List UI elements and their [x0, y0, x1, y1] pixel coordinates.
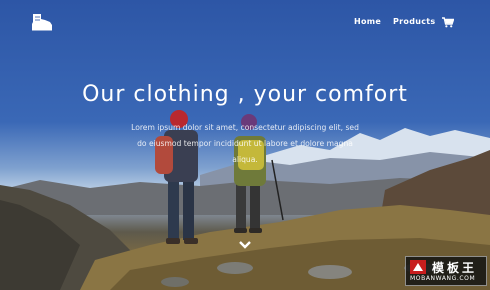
watermark-url: MOBANWANG.COM: [410, 275, 476, 282]
watermark-badge: 模板王 MOBANWANG.COM: [405, 256, 487, 286]
hero-section: Home Products Our clothing , your comfor…: [0, 0, 490, 290]
shopping-cart-icon[interactable]: [442, 17, 454, 28]
watermark-title: 模板王: [432, 261, 478, 275]
hero-lead-text: Lorem ipsum dolor sit amet, consectetur …: [131, 123, 359, 164]
chevron-down-icon[interactable]: [238, 240, 252, 250]
top-navigation: Home Products: [0, 0, 490, 44]
hiking-boot-icon[interactable]: [30, 12, 54, 32]
hero-headline: Our clothing , your comfort: [82, 82, 408, 107]
watermark-logo-icon: [410, 260, 426, 274]
nav-link-home[interactable]: Home: [354, 17, 381, 26]
nav-link-products[interactable]: Products: [393, 17, 435, 26]
